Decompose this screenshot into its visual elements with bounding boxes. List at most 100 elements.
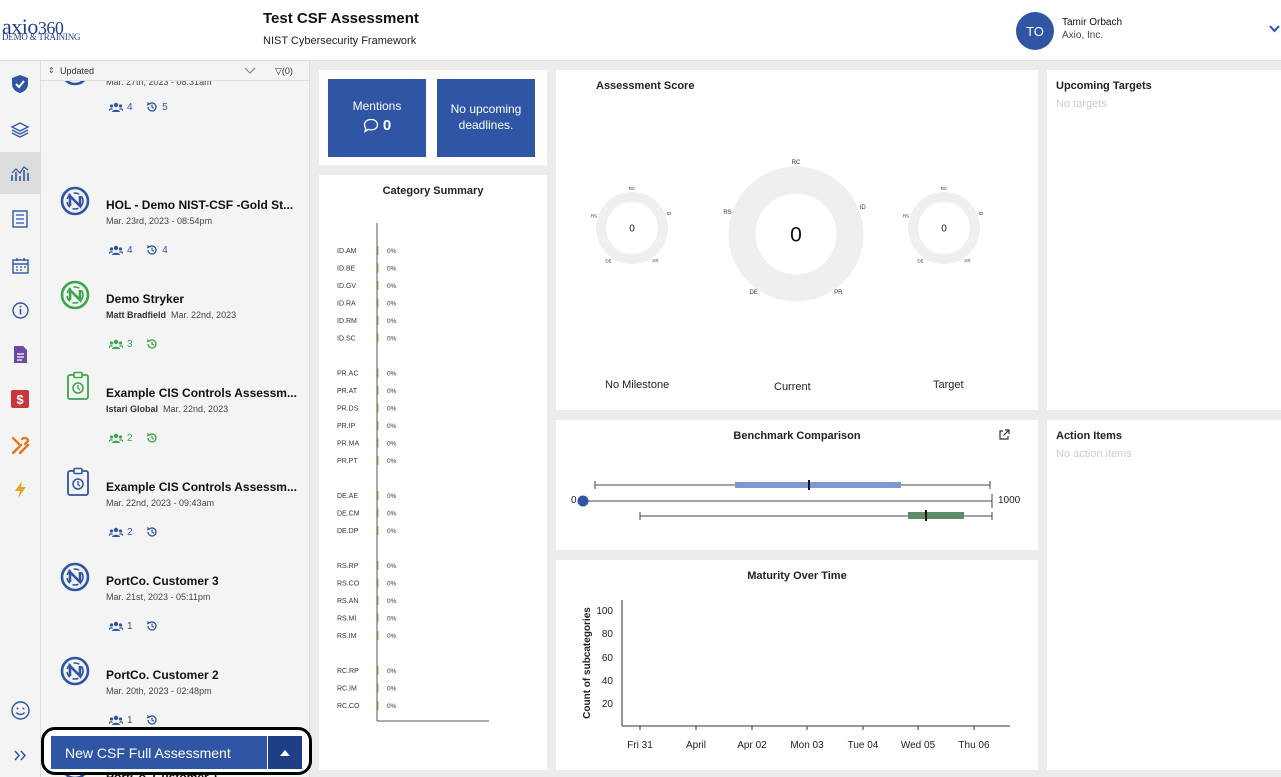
- benchmark-max-label: 1000: [998, 495, 1021, 506]
- maturity-chart: Count of subcategories 100 80 60 40 20 Fri 31 A…: [582, 600, 1010, 751]
- assessment-score-chart: 0 RC ID PR DE RS 0 RC ID PR DE RS 0 RC ID PR DE RS: [591, 160, 984, 302]
- filter-icon: ▽: [275, 66, 282, 76]
- list-item[interactable]: Example CIS Controls Assessm... Mar. 22nd…: [41, 432, 309, 538]
- category-percent: 0%: [387, 248, 397, 255]
- filter-button[interactable]: ▽(0): [275, 66, 293, 77]
- lightning-icon[interactable]: [9, 478, 31, 500]
- mentions-tile[interactable]: Mentions 0: [328, 79, 426, 157]
- category-percent: 0%: [387, 423, 397, 430]
- item-author: Istari Global: [106, 404, 159, 414]
- filter-count: (0): [281, 66, 293, 76]
- list-item[interactable]: PortCo. Customer 2 Mar. 20th, 2023 - 02:4…: [41, 620, 309, 726]
- smiley-icon[interactable]: [9, 699, 31, 721]
- category-code: RS.IM: [337, 633, 357, 640]
- new-assessment-button[interactable]: New CSF Full Assessment: [51, 736, 267, 769]
- category-percent: 0%: [387, 301, 397, 308]
- chat-icon: [363, 118, 378, 133]
- donut-label-current: Current: [774, 381, 811, 393]
- maturity-y-label: Count of subcategories: [582, 607, 593, 719]
- list-item[interactable]: HOL - Demo NIST-CSF -Gold St... Mar. 23rd…: [41, 150, 309, 256]
- category-percent: 0%: [387, 283, 397, 290]
- expand-icon[interactable]: [9, 744, 31, 766]
- user-avatar[interactable]: TO: [1016, 12, 1054, 50]
- logo-subtitle: DEMO & TRAINING: [2, 32, 81, 42]
- item-stats: 4 5: [109, 101, 168, 113]
- info-icon[interactable]: [9, 299, 31, 321]
- action-items-card: Action Items No action items: [1047, 420, 1281, 770]
- document-icon[interactable]: [9, 343, 31, 365]
- benchmark-min-label: 0: [571, 495, 577, 506]
- user-org: Axio, Inc.: [1062, 30, 1104, 41]
- category-percent: 0%: [387, 563, 397, 570]
- item-author: Matt Bradfield: [106, 310, 167, 320]
- item-date: Mar. 22nd, 2023 - 09:43am: [106, 498, 215, 508]
- score-donut-value: 0: [790, 223, 802, 246]
- item-meta: Mar. 21st, 2023 - 05:11pm: [106, 592, 210, 602]
- item-title: PortCo. Customer 3: [106, 574, 219, 588]
- nist-logo-icon: [60, 186, 90, 216]
- list-icon[interactable]: [9, 208, 31, 230]
- item-date: Mar. 20th, 2023 - 02:48pm: [106, 686, 212, 696]
- shield-icon[interactable]: [9, 73, 31, 95]
- score-function-label: ID: [860, 205, 867, 211]
- category-code: ID.RM: [337, 318, 357, 325]
- sort-direction-icon[interactable]: ⇕: [48, 66, 55, 75]
- list-item[interactable]: PortCo. Customer 3 Mar. 21st, 2023 - 05:1…: [41, 526, 309, 632]
- item-title: Demo Stryker: [106, 292, 185, 306]
- page-title: Test CSF Assessment: [263, 10, 419, 27]
- category-code: RC.IM: [337, 686, 357, 693]
- item-date: Mar. 22nd, 2023: [163, 404, 229, 414]
- category-code: DE.AE: [337, 493, 358, 500]
- list-item[interactable]: Example CIS Controls Assessm... Istari Gl…: [41, 338, 309, 444]
- user-name[interactable]: Tamir Orbach: [1062, 17, 1122, 28]
- upcoming-targets-card: Upcoming Targets No targets: [1047, 70, 1281, 410]
- category-percent: 0%: [387, 616, 397, 623]
- clipboard-icon: [67, 371, 89, 400]
- deadlines-label: No upcoming deadlines.: [450, 102, 522, 132]
- item-title: PortCo. Customer 2: [106, 668, 219, 682]
- chevron-down-icon[interactable]: [244, 65, 256, 75]
- category-code: ID.SC: [337, 336, 356, 343]
- list-item[interactable]: Demo Stryker Matt Bradfield Mar. 22nd, 20…: [41, 244, 309, 350]
- category-percent: 0%: [387, 493, 397, 500]
- new-assessment-options-button[interactable]: [268, 736, 302, 769]
- item-title: Example CIS Controls Assessm...: [106, 480, 297, 494]
- benchmark-chart: [577, 480, 993, 521]
- mentions-label: Mentions: [352, 99, 402, 113]
- item-meta: Mar. 20th, 2023 - 02:48pm: [106, 686, 212, 696]
- analytics-icon[interactable]: [9, 163, 31, 185]
- maturity-x-tick: Wed 05: [901, 740, 936, 751]
- sort-label[interactable]: Updated: [60, 66, 94, 76]
- benchmark-box-top: [735, 482, 901, 488]
- maturity-x-tick: Fri 31: [627, 740, 653, 751]
- category-percent: 0%: [387, 598, 397, 605]
- category-percent: 0%: [387, 336, 397, 343]
- calendar-icon[interactable]: [9, 254, 31, 276]
- maturity-x-tick: Mon 03: [790, 740, 824, 751]
- category-code: RS.RP: [337, 563, 359, 570]
- chevron-down-icon[interactable]: [1268, 22, 1281, 35]
- action-items-empty: No action items: [1056, 448, 1132, 460]
- deadlines-tile[interactable]: No upcoming deadlines.: [437, 79, 535, 157]
- maturity-y-tick: 20: [602, 699, 614, 710]
- benchmark-box-bottom: [908, 512, 964, 519]
- category-code: PR.PT: [337, 458, 358, 465]
- layers-icon[interactable]: [9, 119, 31, 141]
- nav-rail: $: [0, 61, 41, 777]
- category-percent: 0%: [387, 581, 397, 588]
- maturity-x-tick: April: [686, 740, 706, 751]
- score-function-label: ID: [979, 211, 984, 216]
- nist-logo-icon: [60, 656, 90, 686]
- category-code: DE.CM: [337, 511, 360, 518]
- new-assessment-control: New CSF Full Assessment: [41, 727, 312, 775]
- tools-icon[interactable]: [9, 434, 31, 456]
- category-code: ID.RA: [337, 301, 356, 308]
- assessment-list: Mar. 27th, 2023 - 08:31am 4 5 HOL - Demo N…: [41, 61, 310, 777]
- upcoming-targets-title: Upcoming Targets: [1056, 80, 1152, 92]
- dollar-icon[interactable]: $: [9, 388, 31, 410]
- category-percent: 0%: [387, 686, 397, 693]
- category-percent: 0%: [387, 441, 397, 448]
- benchmark-current-marker[interactable]: [577, 495, 589, 507]
- category-code: RS.CO: [337, 581, 360, 588]
- maturity-y-tick: 80: [602, 629, 614, 640]
